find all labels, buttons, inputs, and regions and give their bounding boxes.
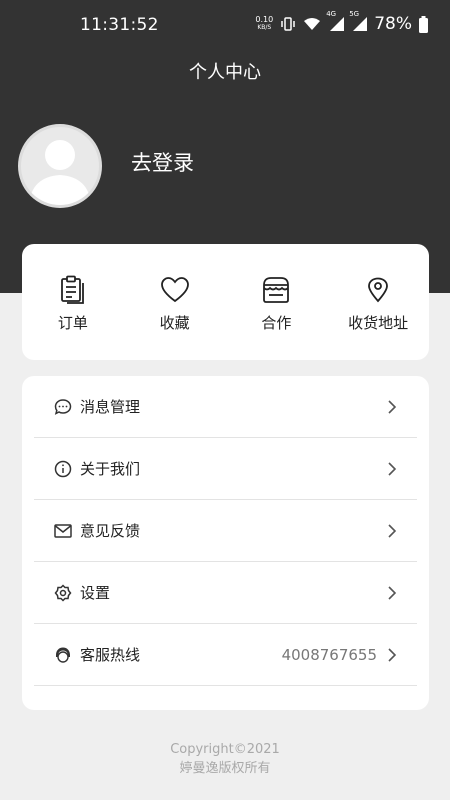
menu-list-card: 消息管理 关于我们 意见反馈 设置 客服热线 4008767655 <box>22 376 429 710</box>
menu-item-messages[interactable]: 消息管理 <box>34 376 417 438</box>
quick-action-address-label: 收货地址 <box>348 314 409 332</box>
signal-5g-label: 5G <box>349 10 360 18</box>
network-speed: 0.10 KB/S <box>255 16 273 32</box>
quick-actions-card: 订单 收藏 合作 收货地址 <box>22 244 429 360</box>
vibrate-icon <box>281 17 295 31</box>
signal-4g: 4G <box>326 10 345 32</box>
chevron-right-icon <box>388 523 397 538</box>
login-link[interactable]: 去登录 <box>131 147 194 177</box>
menu-item-settings-label: 设置 <box>80 584 111 602</box>
quick-action-cooperation[interactable]: 合作 <box>226 244 328 360</box>
headset-icon <box>56 647 70 663</box>
location-pin-icon <box>368 277 389 303</box>
signal-5g-icon <box>353 17 368 31</box>
chevron-right-icon <box>388 461 397 476</box>
chevron-right-icon <box>388 585 397 600</box>
clipboard-icon <box>60 275 84 304</box>
menu-item-feedback[interactable]: 意见反馈 <box>34 500 417 562</box>
battery-icon <box>419 15 428 33</box>
footer-copyright: Copyright©2021 <box>170 742 280 757</box>
info-icon <box>54 460 72 477</box>
quick-action-cooperation-label: 合作 <box>261 314 292 332</box>
mail-icon <box>54 523 72 538</box>
footer: Copyright©2021 婷曼逸版权所有 <box>0 740 450 778</box>
menu-item-settings[interactable]: 设置 <box>34 562 417 624</box>
network-speed-unit: KB/S <box>257 24 272 31</box>
menu-item-about[interactable]: 关于我们 <box>34 438 417 500</box>
wifi-icon <box>304 18 321 30</box>
menu-item-feedback-label: 意见反馈 <box>80 522 141 540</box>
menu-item-messages-label: 消息管理 <box>80 398 141 416</box>
signal-4g-label: 4G <box>326 10 337 18</box>
quick-action-orders[interactable]: 订单 <box>22 244 124 360</box>
chevron-right-icon <box>388 647 397 662</box>
signal-5g: 5G <box>349 10 368 32</box>
battery-percent: 78% <box>374 14 412 34</box>
status-time: 11:31:52 <box>80 15 159 35</box>
quick-action-favorites[interactable]: 收藏 <box>124 244 226 360</box>
status-bar: 11:31:52 0.10 KB/S 4G 5G 78% <box>0 0 450 50</box>
gear-icon <box>54 583 72 602</box>
heart-icon <box>160 277 189 303</box>
footer-rights: 婷曼逸版权所有 <box>179 761 271 776</box>
status-indicators: 0.10 KB/S 4G 5G 78% <box>255 10 428 34</box>
signal-4g-icon <box>330 17 345 31</box>
store-icon <box>263 277 290 303</box>
quick-action-favorites-label: 收藏 <box>159 314 190 332</box>
hotline-number: 4008767655 <box>281 645 377 664</box>
chat-bubble-icon <box>54 398 72 415</box>
menu-item-about-label: 关于我们 <box>80 460 141 478</box>
chevron-right-icon <box>388 399 397 414</box>
page-title: 个人中心 <box>189 62 261 83</box>
quick-action-address[interactable]: 收货地址 <box>327 244 429 360</box>
avatar[interactable] <box>18 124 102 208</box>
menu-item-hotline-label: 客服热线 <box>80 646 141 664</box>
network-speed-value: 0.10 <box>255 15 274 24</box>
quick-action-orders-label: 订单 <box>57 314 88 332</box>
user-silhouette-icon <box>29 140 91 205</box>
menu-item-hotline[interactable]: 客服热线 4008767655 <box>34 624 417 686</box>
